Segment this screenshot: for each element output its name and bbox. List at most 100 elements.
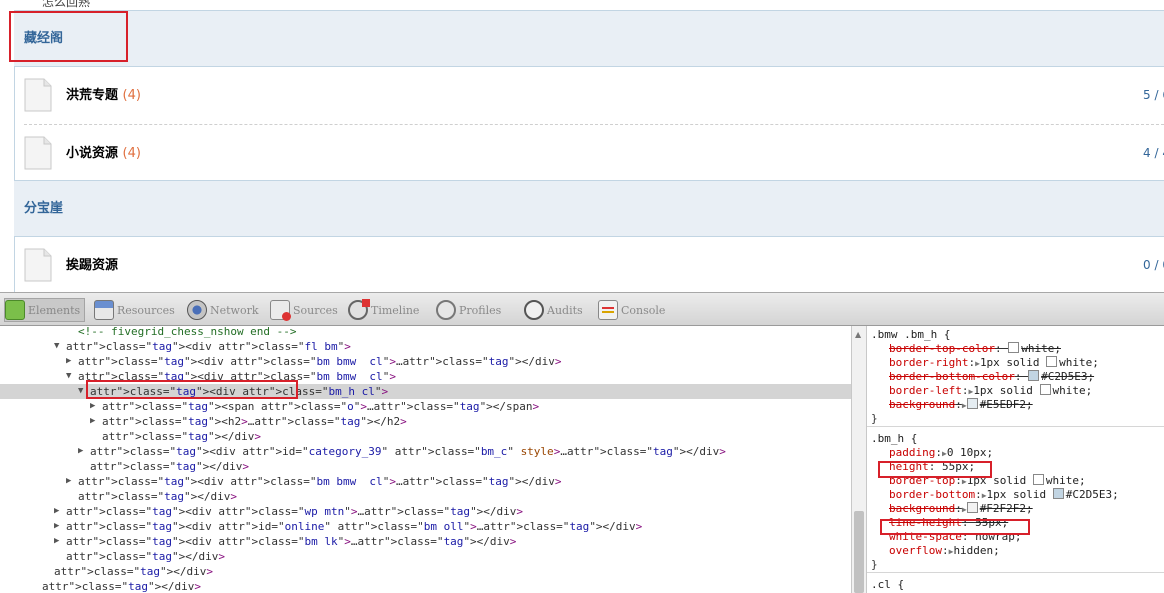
- css-property-value[interactable]: hidden;: [953, 544, 999, 557]
- color-swatch-icon[interactable]: [1032, 474, 1044, 485]
- expand-triangle-icon[interactable]: ▶: [54, 534, 59, 549]
- dom-tree-panel[interactable]: <!-- fivegrid_chess_nshow end --> ▼ attr">…: [0, 326, 851, 593]
- dom-node[interactable]: ▶ attr">class="tag"><div attr">class="bm …: [0, 354, 851, 369]
- dom-node[interactable]: attr">class="tag"></div>: [0, 429, 851, 444]
- dom-node-text: attr">class="tag"><div attr">id="categor…: [90, 445, 726, 458]
- css-property-value[interactable]: 1px solid white;: [973, 384, 1092, 397]
- css-property-name[interactable]: border-bottom-color: [889, 370, 1015, 383]
- css-property[interactable]: background:▶ #E5EDF2;: [889, 398, 1033, 413]
- css-property[interactable]: border-left:▶1px solid white;: [889, 384, 1092, 399]
- css-property-value[interactable]: 1px solid white;: [980, 356, 1099, 369]
- forum-name-text[interactable]: 洪荒专题: [66, 88, 118, 103]
- dom-node-text: attr">class="tag"><div attr">class="wp m…: [66, 505, 524, 518]
- css-rule-end: }: [871, 412, 878, 425]
- css-property-name[interactable]: background: [889, 398, 955, 411]
- tab-label: Elements: [28, 303, 81, 317]
- forum-name-text[interactable]: 小说资源: [66, 146, 118, 161]
- css-property-value[interactable]: #F2F2F2;: [966, 502, 1033, 515]
- css-property-name[interactable]: border-left: [889, 384, 962, 397]
- css-property-value[interactable]: 1px solid #C2D5E3;: [987, 488, 1119, 501]
- dom-node[interactable]: ▶ attr">class="tag"><div attr">id="online…: [0, 519, 851, 534]
- expand-triangle-icon[interactable]: ▼: [78, 384, 83, 399]
- css-property[interactable]: border-top-color: white;: [889, 342, 1061, 356]
- dom-node[interactable]: <!-- fivegrid_chess_nshow end -->: [0, 326, 851, 339]
- forum-row[interactable]: 小说资源 (4) 4 / 4: [14, 125, 1164, 182]
- forum-row[interactable]: 洪荒专题 (4) 5 / 6: [14, 67, 1164, 124]
- css-property-name[interactable]: padding: [889, 446, 935, 459]
- css-property-value[interactable]: white;: [1008, 342, 1061, 355]
- expand-triangle-icon[interactable]: ▶: [66, 354, 71, 369]
- css-selector[interactable]: .cl {: [871, 578, 904, 592]
- tab-profiles[interactable]: Profiles: [436, 298, 501, 322]
- tab-timeline[interactable]: Timeline: [348, 298, 419, 322]
- forum-row[interactable]: 挨踢资源 0 / 0: [14, 237, 1164, 292]
- scrollbar-thumb[interactable]: [854, 511, 864, 593]
- color-swatch-icon[interactable]: [1046, 356, 1058, 367]
- css-selector[interactable]: .bm_h {: [871, 432, 917, 446]
- tab-audits[interactable]: Audits: [524, 298, 583, 322]
- css-property[interactable]: background:▶ #F2F2F2;: [889, 502, 1033, 517]
- color-swatch-icon[interactable]: [1008, 342, 1020, 353]
- category-block-2: 分宝崖 挨踢资源 0 / 0: [14, 180, 1164, 292]
- color-swatch-icon[interactable]: [1028, 370, 1040, 381]
- expand-triangle-icon[interactable]: ▶: [66, 474, 71, 489]
- tab-console[interactable]: Console: [598, 298, 665, 322]
- css-property-name[interactable]: border-top-color: [889, 342, 995, 355]
- forum-name[interactable]: 小说资源 (4): [66, 125, 141, 182]
- css-property[interactable]: border-bottom:▶1px solid #C2D5E3;: [889, 488, 1119, 503]
- dom-node[interactable]: attr">class="tag"></div>: [0, 564, 851, 579]
- forum-doc-icon: [24, 248, 52, 282]
- css-property-name[interactable]: overflow: [889, 544, 942, 557]
- css-property-value[interactable]: #E5EDF2;: [966, 398, 1033, 411]
- rule-separator: [867, 572, 1164, 573]
- css-property-value[interactable]: 0 10px;: [947, 446, 993, 459]
- tab-sources[interactable]: Sources: [270, 298, 338, 322]
- dom-node[interactable]: attr">class="tag"></div>: [0, 489, 851, 504]
- timeline-icon: [348, 299, 370, 320]
- dom-node[interactable]: ▶ attr">class="tag"><span attr">class="o"…: [0, 399, 851, 414]
- dom-node[interactable]: ▶ attr">class="tag"><div attr">class="bm …: [0, 474, 851, 489]
- color-swatch-icon[interactable]: [966, 398, 978, 409]
- dom-node[interactable]: ▶ attr">class="tag"><h2>…attr">class="tag…: [0, 414, 851, 429]
- css-property[interactable]: overflow:▶hidden;: [889, 544, 1000, 559]
- tab-elements[interactable]: Elements: [4, 298, 86, 322]
- dom-node[interactable]: ▼ attr">class="tag"><div attr">class="fl …: [0, 339, 851, 354]
- dom-node[interactable]: attr">class="tag"></div>: [0, 549, 851, 564]
- scroll-up-icon[interactable]: ▲: [855, 330, 861, 339]
- dom-node[interactable]: attr">class="tag"></div>: [0, 579, 851, 593]
- category-block-1: 藏经阁 洪荒专题 (4) 5 / 6 小说资源 (4) 4 / 4: [14, 10, 1164, 182]
- expand-triangle-icon[interactable]: ▼: [66, 369, 71, 384]
- dom-node[interactable]: attr">class="tag"></div>: [0, 459, 851, 474]
- dom-node[interactable]: ▶ attr">class="tag"><div attr">class="wp …: [0, 504, 851, 519]
- category-title[interactable]: 分宝崖: [24, 201, 63, 216]
- tab-network[interactable]: Network: [187, 298, 259, 322]
- css-property-value[interactable]: #C2D5E3;: [1028, 370, 1094, 383]
- css-property[interactable]: border-right:▶1px solid white;: [889, 356, 1099, 371]
- dom-node[interactable]: ▶ attr">class="tag"><div attr">class="bm …: [0, 534, 851, 549]
- css-property-name[interactable]: border-bottom: [889, 488, 975, 501]
- css-property-name[interactable]: background: [889, 502, 955, 515]
- expand-triangle-icon[interactable]: ▶: [90, 399, 95, 414]
- expand-triangle-icon[interactable]: ▶: [90, 414, 95, 429]
- forum-name[interactable]: 挨踢资源: [66, 237, 118, 292]
- expand-triangle-icon[interactable]: ▶: [54, 504, 59, 519]
- color-swatch-icon[interactable]: [966, 502, 978, 513]
- css-property[interactable]: border-bottom-color: #C2D5E3;: [889, 370, 1094, 384]
- css-property[interactable]: padding:▶0 10px;: [889, 446, 993, 461]
- css-property-name[interactable]: border-right: [889, 356, 968, 369]
- styles-panel[interactable]: .bmw .bm_h {border-top-color: white; bord…: [867, 326, 1164, 593]
- color-swatch-icon[interactable]: [1052, 488, 1064, 499]
- dom-node-text: attr">class="tag"><div attr">class="bm b…: [78, 355, 562, 368]
- expand-triangle-icon[interactable]: ▶: [78, 444, 83, 459]
- dom-scrollbar[interactable]: ▲: [851, 326, 867, 593]
- forum-name-text[interactable]: 挨踢资源: [66, 258, 118, 273]
- expand-triangle-icon[interactable]: ▼: [54, 339, 59, 354]
- css-selector[interactable]: .bmw .bm_h {: [871, 328, 950, 342]
- dom-node[interactable]: ▶ attr">class="tag"><div attr">id="catego…: [0, 444, 851, 459]
- forum-name[interactable]: 洪荒专题 (4): [66, 67, 141, 124]
- tab-resources[interactable]: Resources: [94, 298, 175, 322]
- dom-node-text: attr">class="tag"></div>: [90, 460, 249, 473]
- tab-label: Audits: [547, 303, 583, 317]
- color-swatch-icon[interactable]: [1039, 384, 1051, 395]
- expand-triangle-icon[interactable]: ▶: [54, 519, 59, 534]
